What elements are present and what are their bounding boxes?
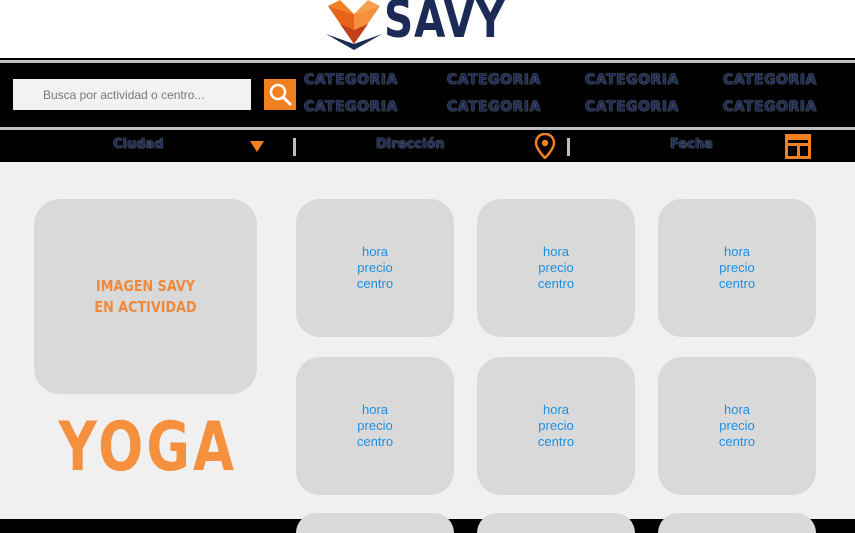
category-link[interactable]: CATEGORIA (304, 99, 398, 115)
tile-hora: hora (542, 402, 570, 417)
schedule-tile[interactable]: hora precio centro (477, 357, 635, 495)
schedule-tile[interactable]: hora precio centro (658, 357, 816, 495)
address-filter[interactable]: Dirección (376, 137, 445, 152)
content-area: IMAGEN SAVY EN ACTIVIDAD YOGA hora preci… (0, 162, 855, 533)
city-filter[interactable]: Ciudad (113, 137, 164, 152)
schedule-tile[interactable]: hora precio centro (296, 199, 454, 337)
category-link[interactable]: CATEGORIA (585, 99, 679, 115)
search-input[interactable] (13, 79, 251, 110)
calendar-icon[interactable] (785, 134, 811, 159)
category-link[interactable]: CATEGORIA (304, 72, 398, 88)
tile-centro: centro (718, 276, 756, 291)
tile-hora: hora (361, 402, 389, 417)
category-link[interactable]: CATEGORIA (447, 72, 541, 88)
activity-title: YOGA (58, 408, 238, 487)
tile-info: hora precio centro (658, 402, 816, 450)
tile-precio: precio (719, 260, 755, 275)
category-link[interactable]: CATEGORIA (723, 99, 817, 115)
dropdown-arrow-icon[interactable] (250, 141, 264, 152)
tile-centro: centro (718, 434, 756, 449)
tile-precio: precio (357, 418, 393, 433)
tile-centro: centro (356, 434, 394, 449)
tile-centro: centro (356, 276, 394, 291)
tile-centro: centro (537, 276, 575, 291)
tile-info: hora precio centro (296, 402, 454, 450)
schedule-tile[interactable] (296, 513, 454, 533)
separator (293, 138, 296, 156)
category-link[interactable]: CATEGORIA (723, 72, 817, 88)
image-label-line2: EN ACTIVIDAD (94, 298, 197, 316)
tile-hora: hora (723, 244, 751, 259)
tile-info: hora precio centro (296, 244, 454, 292)
tile-precio: precio (538, 418, 574, 433)
image-label-line1: IMAGEN SAVY (96, 277, 195, 295)
search-button[interactable] (264, 79, 296, 110)
category-link[interactable]: CATEGORIA (585, 72, 679, 88)
search-bar (13, 79, 296, 110)
activity-image-placeholder[interactable]: IMAGEN SAVY EN ACTIVIDAD (34, 199, 257, 394)
image-placeholder-label: IMAGEN SAVY EN ACTIVIDAD (51, 276, 241, 318)
separator (567, 138, 570, 156)
tile-centro: centro (537, 434, 575, 449)
savy-logo[interactable]: SAVY (326, 0, 506, 58)
schedule-tile[interactable] (658, 513, 816, 533)
search-icon (269, 83, 292, 106)
fox-logo-icon (326, 0, 382, 50)
tile-precio: precio (357, 260, 393, 275)
tile-hora: hora (361, 244, 389, 259)
date-filter[interactable]: Fecha (670, 137, 713, 152)
schedule-tile[interactable] (477, 513, 635, 533)
tile-precio: precio (538, 260, 574, 275)
tile-precio: precio (719, 418, 755, 433)
tile-info: hora precio centro (477, 402, 635, 450)
location-pin-icon[interactable] (534, 133, 556, 159)
tile-info: hora precio centro (477, 244, 635, 292)
divider (0, 127, 855, 130)
category-link[interactable]: CATEGORIA (447, 99, 541, 115)
schedule-tile[interactable]: hora precio centro (658, 199, 816, 337)
schedule-tile[interactable]: hora precio centro (477, 199, 635, 337)
tile-info: hora precio centro (658, 244, 816, 292)
brand-name: SAVY (384, 0, 506, 50)
divider (0, 60, 855, 63)
tile-hora: hora (723, 402, 751, 417)
schedule-tile[interactable]: hora precio centro (296, 357, 454, 495)
tile-hora: hora (542, 244, 570, 259)
header: SAVY (0, 0, 855, 58)
